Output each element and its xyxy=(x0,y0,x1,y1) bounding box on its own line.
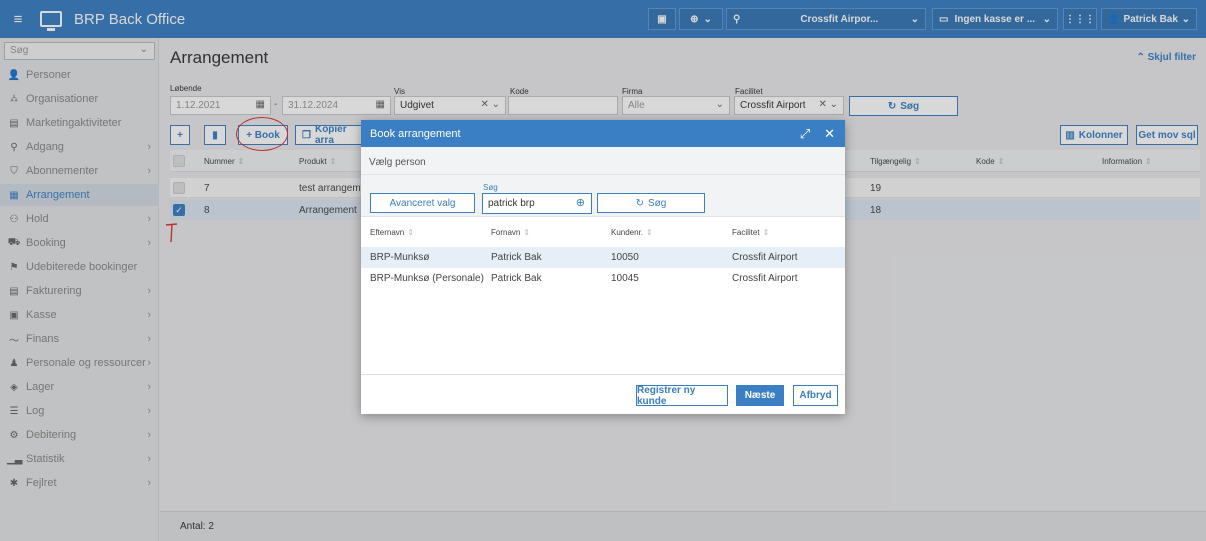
close-icon[interactable]: ✕ xyxy=(824,126,835,142)
cell-fornavn: Patrick Bak xyxy=(491,273,542,284)
modal-search-zone: Avanceret valg Søg patrick brp ⊕ ↻ Søg xyxy=(361,175,845,217)
advanced-select-button[interactable]: Avanceret valg xyxy=(370,193,475,213)
cancel-label: Afbryd xyxy=(799,390,832,401)
cell-efternavn: BRP-Munksø xyxy=(370,252,430,263)
header-facilitet[interactable]: Facilitet ⇕ xyxy=(732,228,769,237)
cell-kundenr: 10045 xyxy=(611,273,639,284)
expand-icon[interactable]: ⤢ xyxy=(800,126,810,142)
modal-header: Book arrangement ⤢ ✕ xyxy=(361,120,845,147)
modal-title: Book arrangement xyxy=(370,127,461,140)
cell-facilitet: Crossfit Airport xyxy=(732,252,798,263)
modal-search-button[interactable]: ↻ Søg xyxy=(597,193,705,213)
register-new-customer-label: Registrer ny kunde xyxy=(637,384,696,407)
cancel-button[interactable]: Afbryd xyxy=(793,385,838,406)
customer-row[interactable]: BRP-Munksø Patrick Bak 10050 Crossfit Ai… xyxy=(361,247,845,268)
next-label: Næste xyxy=(744,390,776,401)
header-efternavn[interactable]: Efternavn ⇕ xyxy=(370,228,414,237)
cell-kundenr: 10050 xyxy=(611,252,639,263)
modal-search-button-label: Søg xyxy=(648,197,667,209)
person-search-input[interactable]: patrick brp ⊕ xyxy=(482,193,592,214)
modal-subtitle: Vælg person xyxy=(361,147,845,175)
cell-fornavn: Patrick Bak xyxy=(491,252,542,263)
cell-facilitet: Crossfit Airport xyxy=(732,273,798,284)
book-arrangement-modal: Book arrangement ⤢ ✕ Vælg person Avancer… xyxy=(361,120,845,414)
modal-search-label: Søg xyxy=(483,183,498,192)
refresh-icon: ↻ xyxy=(635,197,645,209)
modal-footer: Registrer ny kunde Næste Afbryd xyxy=(361,374,845,414)
header-fornavn[interactable]: Fornavn ⇕ xyxy=(491,228,530,237)
cell-efternavn: BRP-Munksø (Personale) xyxy=(370,273,484,284)
customer-row[interactable]: BRP-Munksø (Personale) Patrick Bak 10045… xyxy=(361,268,845,289)
add-circle-icon[interactable]: ⊕ xyxy=(576,196,585,209)
advanced-select-label: Avanceret valg xyxy=(389,197,456,209)
next-button[interactable]: Næste xyxy=(736,385,784,406)
header-kundenr[interactable]: Kundenr. ⇕ xyxy=(611,228,653,237)
person-search-value: patrick brp xyxy=(488,198,535,209)
register-new-customer-button[interactable]: Registrer ny kunde xyxy=(636,384,728,407)
